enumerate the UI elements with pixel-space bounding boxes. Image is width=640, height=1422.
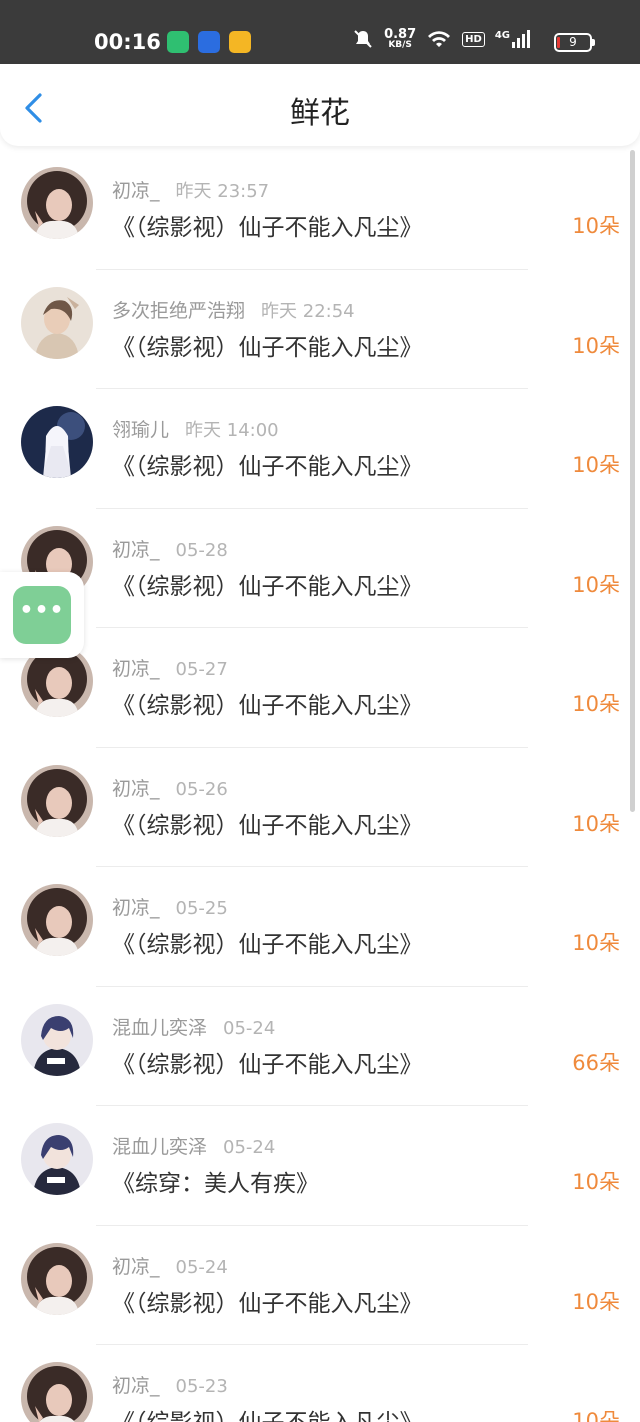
flower-record-row[interactable]: 初凉_05-23 《（综影视）仙子不能入凡尘》 10朵 <box>0 1345 640 1422</box>
avatar[interactable] <box>21 1242 93 1315</box>
wifi-icon <box>428 31 451 47</box>
send-time: 05-24 <box>223 1137 276 1158</box>
hd-badge: HD <box>462 31 485 47</box>
status-icons: 0.87 KB/S HD 4G <box>352 28 530 50</box>
page-title: 鲜花 <box>290 96 350 131</box>
send-time: 昨天 23:57 <box>175 181 270 202</box>
status-time: 00:16 <box>94 30 161 54</box>
mute-icon <box>354 30 372 48</box>
book-title[interactable]: 《（综影视）仙子不能入凡尘》 <box>112 1284 423 1318</box>
flower-record-row[interactable]: 混血儿奕泽 05-24 《（综影视）仙子不能入凡尘》 66朵 <box>0 987 640 1106</box>
send-time: 05-26 <box>175 778 228 800</box>
flower-amount: 10朵 <box>572 453 620 477</box>
sender-name[interactable]: 初凉_ 05-26 <box>112 774 228 801</box>
send-time: 05-23 <box>175 1376 228 1397</box>
send-time: 05-27 <box>175 659 228 680</box>
send-time: 05-24 <box>223 1017 276 1039</box>
book-title[interactable]: 《（综影视）仙子不能入凡尘》 <box>112 925 423 959</box>
flower-record-row[interactable]: 初凉_ 05-26 《（综影视）仙子不能入凡尘》 10朵 <box>0 748 640 867</box>
flower-list: 初凉_ 昨天 23:57 《（综影视）仙子不能入凡尘》 10朵 多次拒绝严浩翔 昨天 22… <box>0 150 640 1422</box>
flower-amount: 66朵 <box>572 1050 620 1075</box>
avatar[interactable] <box>21 884 93 956</box>
avatar[interactable] <box>21 1003 93 1076</box>
sender-name[interactable]: 初凉_ 05-27 <box>112 654 228 681</box>
book-title[interactable]: 《综穿：美人有疾》 <box>112 1164 319 1198</box>
flower-record-row[interactable]: 初凉_ 05-28 《（综影视）仙子不能入凡尘》 10朵 <box>0 509 640 628</box>
flower-amount: 10朵 <box>572 811 620 836</box>
book-title[interactable]: 《（综影视）仙子不能入凡尘》 <box>112 686 423 720</box>
sender-name[interactable]: 初凉_ 05-25 <box>112 893 228 920</box>
book-title[interactable]: 《（综影视）仙子不能入凡尘》 <box>112 447 423 481</box>
flower-amount: 10朵 <box>572 1289 620 1314</box>
book-title[interactable]: 《（综影视）仙子不能入凡尘》 <box>112 208 423 242</box>
status-bar: 00:16 0.87 KB/S HD 4G 9 <box>0 0 640 64</box>
book-title[interactable]: 《（综影视）仙子不能入凡尘》 <box>112 567 423 601</box>
send-time: 昨天 22:54 <box>261 300 355 322</box>
send-time: 05-28 <box>175 539 228 561</box>
flower-record-row[interactable]: 初凉_ 05-25 《（综影视）仙子不能入凡尘》 10朵 <box>0 867 640 987</box>
flower-record-row[interactable]: 初凉_ 05-27 《（综影视）仙子不能入凡尘》 10朵 <box>0 628 640 748</box>
sender-name[interactable]: 初凉_ 昨天 23:57 <box>112 176 269 203</box>
flower-record-row[interactable]: 初凉_ 昨天 23:57 《（综影视）仙子不能入凡尘》 10朵 <box>0 150 640 270</box>
flower-amount: 10朵 <box>572 692 620 716</box>
flower-amount: 10朵 <box>572 1170 620 1194</box>
flower-amount: 10朵 <box>572 931 620 955</box>
flower-amount: 10朵 <box>572 214 620 238</box>
avatar[interactable] <box>21 406 93 478</box>
sender-name[interactable]: 初凉_ 05-28 <box>112 535 228 562</box>
net-speed: 0.87 KB/S <box>384 27 417 50</box>
send-time: 昨天 14:00 <box>185 420 279 441</box>
flower-record-row[interactable]: 翎瑜儿 昨天 14:00 《（综影视）仙子不能入凡尘》 10朵 <box>0 389 640 509</box>
scrollbar[interactable] <box>630 150 635 812</box>
book-title[interactable]: 《（综影视）仙子不能入凡尘》 <box>112 1403 423 1422</box>
flower-amount: 10朵 <box>572 1409 620 1422</box>
flower-amount: 10朵 <box>572 333 620 358</box>
flower-record-row[interactable]: 多次拒绝严浩翔 昨天 22:54 《（综影视）仙子不能入凡尘》 10朵 <box>0 270 640 389</box>
sender-name[interactable]: 翎瑜儿 昨天 14:00 <box>112 415 279 442</box>
sender-name[interactable]: 初凉_ 05-23 <box>112 1371 228 1398</box>
book-title[interactable]: 《（综影视）仙子不能入凡尘》 <box>112 328 423 362</box>
avatar[interactable] <box>21 764 93 837</box>
avatar[interactable] <box>21 1362 93 1422</box>
book-title[interactable]: 《（综影视）仙子不能入凡尘》 <box>112 806 423 840</box>
signal-icon: 4G <box>495 30 530 48</box>
avatar[interactable] <box>21 286 93 359</box>
sender-name[interactable]: 混血儿奕泽 05-24 <box>112 1013 275 1040</box>
book-title[interactable]: 《（综影视）仙子不能入凡尘》 <box>112 1045 423 1079</box>
send-time: 05-25 <box>175 898 228 919</box>
more-icon: ••• <box>19 598 65 623</box>
flower-amount: 10朵 <box>572 572 620 597</box>
sender-name[interactable]: 多次拒绝严浩翔 昨天 22:54 <box>112 296 355 323</box>
send-time: 05-24 <box>175 1256 228 1278</box>
more-button[interactable]: ••• <box>13 586 71 644</box>
game-app-icon <box>229 31 251 53</box>
battery-app-icon <box>167 31 189 53</box>
flower-record-row[interactable]: 初凉_ 05-24 《（综影视）仙子不能入凡尘》 10朵 <box>0 1226 640 1345</box>
avatar[interactable] <box>21 1123 93 1195</box>
sender-name[interactable]: 混血儿奕泽 05-24 <box>112 1132 275 1159</box>
app-header: 鲜花 <box>0 64 640 146</box>
floating-panel: ••• <box>0 572 84 658</box>
flower-record-row[interactable]: 混血儿奕泽 05-24 《综穿：美人有疾》 10朵 <box>0 1106 640 1226</box>
baidu-app-icon <box>198 31 220 53</box>
sender-name[interactable]: 初凉_ 05-24 <box>112 1252 228 1279</box>
battery-indicator: 9 <box>554 33 595 52</box>
avatar[interactable] <box>21 167 93 239</box>
